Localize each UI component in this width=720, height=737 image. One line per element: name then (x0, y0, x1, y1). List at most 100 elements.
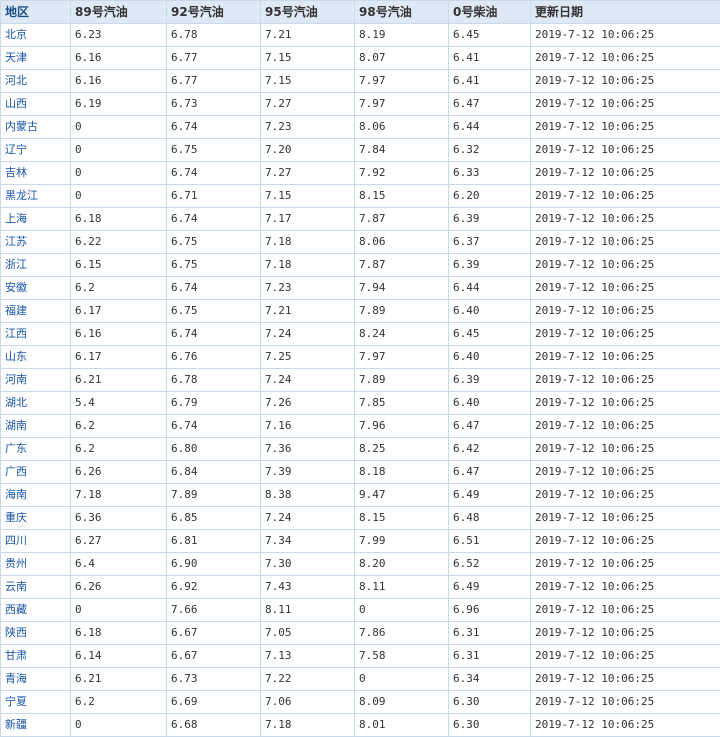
price-98: 7.97 (354, 92, 449, 116)
header-row: 地区 89号汽油 92号汽油 95号汽油 98号汽油 0号柴油 更新日期 (0, 0, 720, 24)
region-link[interactable]: 重庆 (0, 506, 71, 530)
update-date: 2019-7-12 10:06:25 (530, 92, 720, 116)
region-link[interactable]: 青海 (0, 667, 71, 691)
update-date: 2019-7-12 10:06:25 (530, 529, 720, 553)
price-95: 7.39 (260, 460, 355, 484)
update-date: 2019-7-12 10:06:25 (530, 552, 720, 576)
price-92: 6.68 (166, 713, 261, 737)
update-date: 2019-7-12 10:06:25 (530, 115, 720, 139)
price-98: 7.94 (354, 276, 449, 300)
table-row: 云南 6.26 6.92 7.43 8.11 6.49 2019-7-12 10:06:25 (0, 575, 720, 599)
price-98: 7.92 (354, 161, 449, 185)
price-89: 6.2 (70, 437, 167, 461)
region-link[interactable]: 河南 (0, 368, 71, 392)
price-diesel-0: 6.33 (448, 161, 531, 185)
table-row: 江西 6.16 6.74 7.24 8.24 6.45 2019-7-12 10:06:25 (0, 322, 720, 346)
price-89: 6.18 (70, 207, 167, 231)
region-link[interactable]: 江苏 (0, 230, 71, 254)
table-row: 新疆 0 6.68 7.18 8.01 6.30 2019-7-12 10:06:25 (0, 713, 720, 737)
price-89: 6.2 (70, 690, 167, 714)
price-diesel-0: 6.40 (448, 299, 531, 323)
price-92: 6.85 (166, 506, 261, 530)
price-98: 8.07 (354, 46, 449, 70)
price-diesel-0: 6.51 (448, 529, 531, 553)
price-92: 6.84 (166, 460, 261, 484)
region-link[interactable]: 云南 (0, 575, 71, 599)
price-98: 7.89 (354, 299, 449, 323)
price-diesel-0: 6.30 (448, 690, 531, 714)
price-92: 6.74 (166, 115, 261, 139)
region-link[interactable]: 北京 (0, 23, 71, 47)
price-92: 6.74 (166, 414, 261, 438)
price-89: 6.27 (70, 529, 167, 553)
region-link[interactable]: 天津 (0, 46, 71, 70)
price-95: 7.15 (260, 184, 355, 208)
price-89: 6.18 (70, 621, 167, 645)
region-link[interactable]: 湖南 (0, 414, 71, 438)
region-link[interactable]: 四川 (0, 529, 71, 553)
price-92: 6.74 (166, 322, 261, 346)
table-row: 北京 6.23 6.78 7.21 8.19 6.45 2019-7-12 10:06:25 (0, 23, 720, 47)
price-98: 7.89 (354, 368, 449, 392)
price-89: 6.22 (70, 230, 167, 254)
update-date: 2019-7-12 10:06:25 (530, 575, 720, 599)
region-link[interactable]: 上海 (0, 207, 71, 231)
table-row: 吉林 0 6.74 7.27 7.92 6.33 2019-7-12 10:06:25 (0, 161, 720, 185)
price-92: 6.69 (166, 690, 261, 714)
price-diesel-0: 6.44 (448, 276, 531, 300)
price-95: 7.18 (260, 253, 355, 277)
table-row: 黑龙江 0 6.71 7.15 8.15 6.20 2019-7-12 10:06:25 (0, 184, 720, 208)
table-row: 山东 6.17 6.76 7.25 7.97 6.40 2019-7-12 10:06:25 (0, 345, 720, 369)
update-date: 2019-7-12 10:06:25 (530, 69, 720, 93)
price-89: 0 (70, 598, 167, 622)
price-diesel-0: 6.47 (448, 460, 531, 484)
price-diesel-0: 6.44 (448, 115, 531, 139)
price-89: 0 (70, 713, 167, 737)
region-link[interactable]: 陕西 (0, 621, 71, 645)
region-link[interactable]: 广东 (0, 437, 71, 461)
region-link[interactable]: 西藏 (0, 598, 71, 622)
price-95: 7.34 (260, 529, 355, 553)
price-98: 7.84 (354, 138, 449, 162)
region-link[interactable]: 山东 (0, 345, 71, 369)
price-92: 6.75 (166, 230, 261, 254)
table-row: 贵州 6.4 6.90 7.30 8.20 6.52 2019-7-12 10:06:25 (0, 552, 720, 576)
price-95: 7.30 (260, 552, 355, 576)
price-diesel-0: 6.32 (448, 138, 531, 162)
region-link[interactable]: 福建 (0, 299, 71, 323)
price-95: 7.21 (260, 299, 355, 323)
region-link[interactable]: 江西 (0, 322, 71, 346)
table-row: 福建 6.17 6.75 7.21 7.89 6.40 2019-7-12 10:06:25 (0, 299, 720, 323)
price-92: 6.90 (166, 552, 261, 576)
update-date: 2019-7-12 10:06:25 (530, 598, 720, 622)
table-row: 内蒙古 0 6.74 7.23 8.06 6.44 2019-7-12 10:06:25 (0, 115, 720, 139)
table-row: 广东 6.2 6.80 7.36 8.25 6.42 2019-7-12 10:06:25 (0, 437, 720, 461)
price-diesel-0: 6.34 (448, 667, 531, 691)
price-95: 8.11 (260, 598, 355, 622)
region-link[interactable]: 辽宁 (0, 138, 71, 162)
region-link[interactable]: 山西 (0, 92, 71, 116)
price-diesel-0: 6.40 (448, 345, 531, 369)
region-link[interactable]: 安徽 (0, 276, 71, 300)
price-diesel-0: 6.47 (448, 92, 531, 116)
region-link[interactable]: 新疆 (0, 713, 71, 737)
header-gasoline-98: 98号汽油 (354, 0, 449, 24)
region-link[interactable]: 湖北 (0, 391, 71, 415)
price-diesel-0: 6.30 (448, 713, 531, 737)
region-link[interactable]: 宁夏 (0, 690, 71, 714)
region-link[interactable]: 广西 (0, 460, 71, 484)
price-89: 6.14 (70, 644, 167, 668)
region-link[interactable]: 黑龙江 (0, 184, 71, 208)
region-link[interactable]: 内蒙古 (0, 115, 71, 139)
price-89: 6.26 (70, 460, 167, 484)
price-95: 7.20 (260, 138, 355, 162)
region-link[interactable]: 贵州 (0, 552, 71, 576)
region-link[interactable]: 吉林 (0, 161, 71, 185)
price-98: 8.20 (354, 552, 449, 576)
region-link[interactable]: 浙江 (0, 253, 71, 277)
update-date: 2019-7-12 10:06:25 (530, 322, 720, 346)
region-link[interactable]: 海南 (0, 483, 71, 507)
region-link[interactable]: 河北 (0, 69, 71, 93)
update-date: 2019-7-12 10:06:25 (530, 368, 720, 392)
region-link[interactable]: 甘肃 (0, 644, 71, 668)
